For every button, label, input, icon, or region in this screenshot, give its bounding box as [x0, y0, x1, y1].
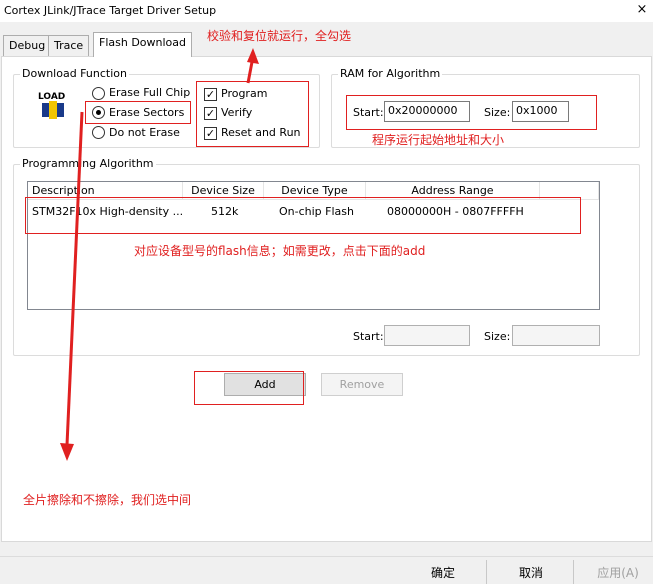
arrow-down-head-icon [60, 443, 74, 461]
apply-button[interactable]: 应用(A) [583, 563, 653, 584]
footer-separator [573, 560, 574, 584]
ram-note: 程序运行起始地址和大小 [372, 133, 505, 147]
footer-separator [486, 560, 487, 584]
arrow-up-head-icon [247, 48, 259, 64]
cancel-button[interactable]: 取消 [495, 563, 567, 584]
arrow-down-line [65, 111, 84, 446]
checkboxes-note: 校验和复位就运行，全勾选 [207, 29, 352, 43]
ok-button[interactable]: 确定 [407, 563, 479, 584]
flash-note: 对应设备型号的flash信息；如需更改，点击下面的add [134, 244, 426, 258]
arrow-up-line [246, 61, 254, 84]
erase-note: 全片擦除和不擦除，我们选中间 [23, 493, 192, 507]
tab-flash-download[interactable]: Flash Download [93, 32, 193, 57]
